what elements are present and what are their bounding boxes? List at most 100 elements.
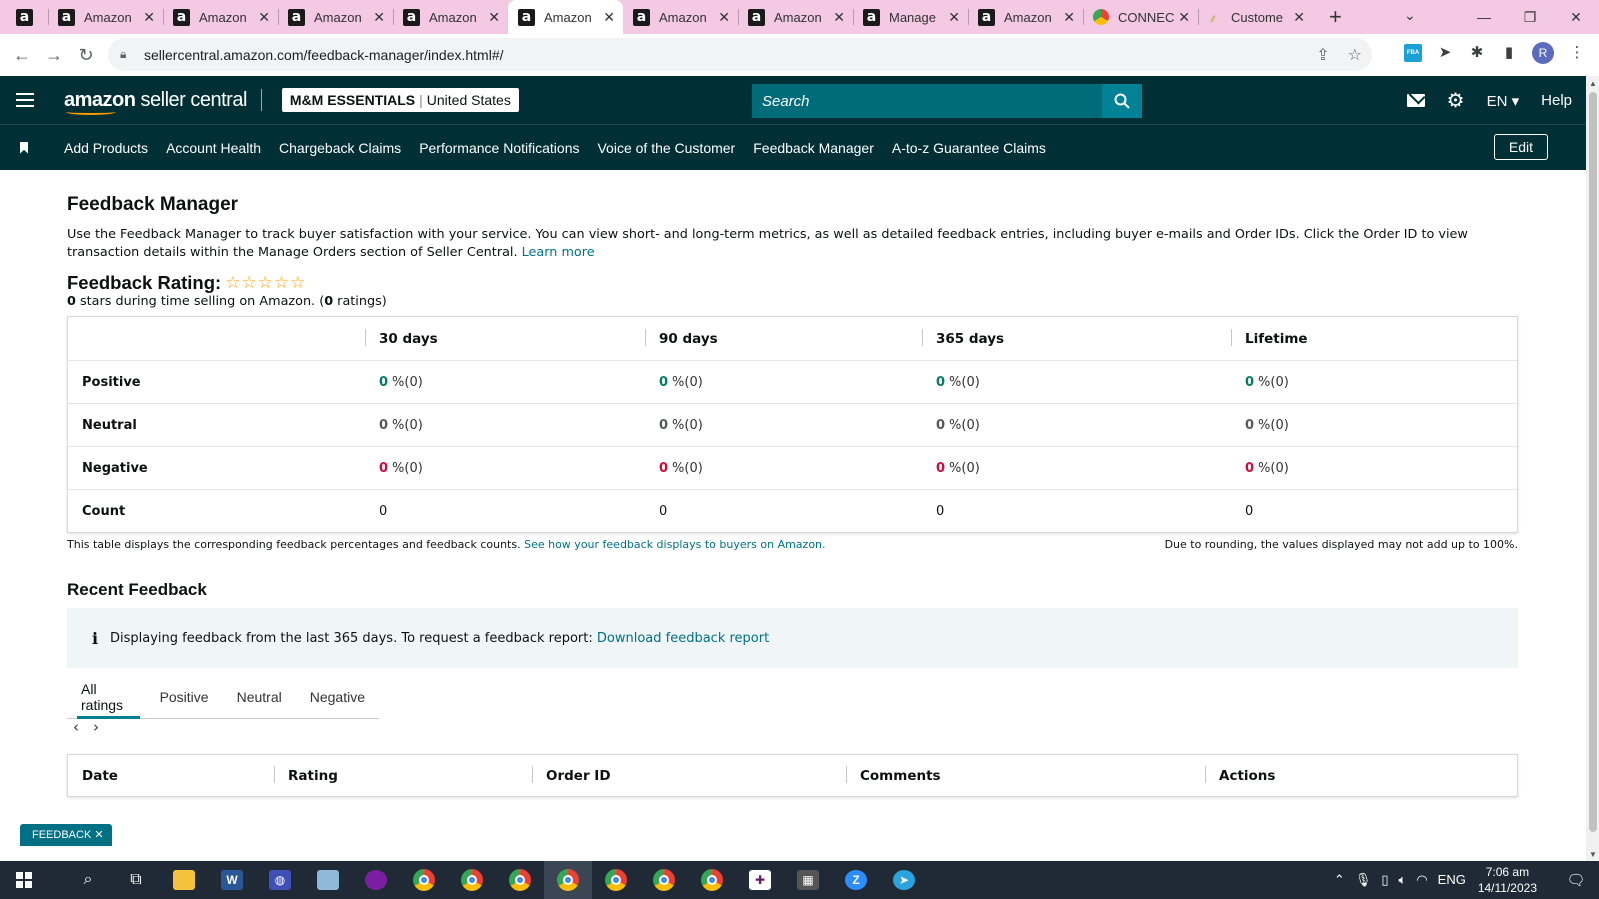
browser-tab[interactable]: a Amazon ✕ <box>278 0 393 34</box>
rating-tab[interactable]: All ratings <box>67 675 146 719</box>
tab-close-icon[interactable]: ✕ <box>718 9 730 26</box>
slack-icon[interactable]: ✚ <box>736 861 784 899</box>
prev-page-icon[interactable]: ‹ <box>73 718 79 736</box>
tab-close-icon[interactable]: ✕ <box>1178 9 1190 26</box>
word-icon[interactable]: W <box>208 861 256 899</box>
browser-tab[interactable]: a <box>0 0 48 34</box>
chrome-icon[interactable] <box>688 861 736 899</box>
volume-icon[interactable]: 🔈︎ <box>1399 872 1407 888</box>
search-button[interactable] <box>1102 84 1142 118</box>
tab-close-icon[interactable]: ✕ <box>373 9 385 26</box>
learn-more-link[interactable]: Learn more <box>522 245 595 260</box>
column-header[interactable]: Order ID <box>532 754 846 797</box>
column-header[interactable]: Date <box>68 754 274 797</box>
scroll-thumb[interactable] <box>1589 92 1597 832</box>
cursor-extension-icon[interactable]: ➤ <box>1436 44 1454 62</box>
reload-icon[interactable]: ↻ <box>70 45 102 66</box>
next-page-icon[interactable]: › <box>93 718 99 736</box>
kebab-menu-icon[interactable]: ⋮ <box>1568 44 1586 62</box>
forward-icon[interactable]: → <box>38 45 70 66</box>
tab-close-icon[interactable]: ✕ <box>833 9 845 26</box>
gear-icon[interactable]: ⚙ <box>1447 88 1465 113</box>
nav-item[interactable]: Add Products <box>64 140 148 156</box>
language-selector[interactable]: EN ▾ <box>1487 92 1520 110</box>
fba-extension-icon[interactable]: FBA <box>1404 44 1422 62</box>
nav-item[interactable]: Voice of the Customer <box>597 140 735 156</box>
browser-tab[interactable]: a Amazon ✕ <box>163 0 278 34</box>
nav-item[interactable]: Account Health <box>166 140 261 156</box>
windows-start-icon[interactable] <box>16 872 32 888</box>
close-window-icon[interactable]: ✕ <box>1553 9 1599 26</box>
nav-item[interactable]: Chargeback Claims <box>279 140 401 156</box>
tab-close-icon[interactable]: ✕ <box>1063 9 1075 26</box>
restore-icon[interactable]: ❐ <box>1507 9 1553 26</box>
search-input[interactable] <box>752 84 1102 118</box>
browser-tab[interactable]: ⸙ Custome ✕ <box>1198 0 1313 34</box>
tab-close-icon[interactable]: ✕ <box>258 9 270 26</box>
browser-tab[interactable]: a Amazon ✕ <box>738 0 853 34</box>
edit-nav-button[interactable]: Edit <box>1493 134 1548 160</box>
nav-item[interactable]: A-to-z Guarantee Claims <box>892 140 1046 156</box>
scroll-up-icon[interactable]: ▲ <box>1589 79 1597 88</box>
chrome-icon[interactable] <box>592 861 640 899</box>
seller-central-logo[interactable]: amazon seller central <box>64 89 247 115</box>
new-tab-icon[interactable]: + <box>1329 4 1349 30</box>
chrome-icon[interactable] <box>448 861 496 899</box>
feedback-display-link[interactable]: See how your feedback displays to buyers… <box>524 538 825 551</box>
minimize-icon[interactable]: — <box>1461 9 1507 25</box>
tab-search-icon[interactable]: ⌄ <box>1404 7 1416 24</box>
bookmark-icon[interactable] <box>20 141 28 154</box>
browser-tab[interactable]: a Amazon ✕ <box>48 0 163 34</box>
nav-item[interactable]: Feedback Manager <box>753 140 874 156</box>
calculator-icon[interactable]: ▦ <box>784 861 832 899</box>
zoom-icon[interactable]: Z <box>832 861 880 899</box>
chrome-icon[interactable] <box>496 861 544 899</box>
telegram-icon[interactable]: ➤ <box>880 861 928 899</box>
app-icon[interactable]: ◍ <box>256 861 304 899</box>
app-purple-icon[interactable] <box>352 861 400 899</box>
browser-tab[interactable]: a Amazon ✕ <box>623 0 738 34</box>
page-scrollbar[interactable]: ▲ ▼ <box>1586 76 1599 861</box>
sidepanel-icon[interactable]: ▮ <box>1500 44 1518 62</box>
chrome-icon[interactable] <box>400 861 448 899</box>
column-header[interactable]: Actions <box>1205 754 1505 797</box>
column-header[interactable]: Rating <box>274 754 532 797</box>
browser-tab[interactable]: CONNEC ✕ <box>1083 0 1198 34</box>
tab-close-icon[interactable]: ✕ <box>1293 9 1305 26</box>
tab-close-icon[interactable]: ✕ <box>143 9 155 26</box>
profile-avatar[interactable]: R <box>1532 42 1554 64</box>
download-report-link[interactable]: Download feedback report <box>597 631 769 646</box>
store-selector[interactable]: M&M ESSENTIALS | United States <box>281 88 519 112</box>
puzzle-icon[interactable]: ✱ <box>1468 44 1486 62</box>
notes-icon[interactable] <box>304 861 352 899</box>
file-explorer-icon[interactable] <box>160 861 208 899</box>
bookmark-star-icon[interactable]: ☆ <box>1348 45 1362 65</box>
back-icon[interactable]: ← <box>6 45 38 66</box>
rating-tab[interactable]: Neutral <box>223 675 296 718</box>
chrome-icon[interactable] <box>544 861 592 899</box>
chrome-icon[interactable] <box>640 861 688 899</box>
tab-close-icon[interactable]: ✕ <box>948 9 960 26</box>
hamburger-menu-icon[interactable] <box>16 93 34 107</box>
feedback-widget-tab[interactable]: FEEDBACK ✕ <box>20 824 112 846</box>
browser-tab[interactable]: a Manage ✕ <box>853 0 968 34</box>
notification-icon[interactable]: 🗨︎ <box>1553 871 1599 889</box>
language-indicator[interactable]: ENG <box>1438 872 1466 888</box>
rating-tab[interactable]: Positive <box>146 675 223 718</box>
url-field[interactable]: 🔒︎ sellercentral.amazon.com/feedback-man… <box>108 38 1372 71</box>
browser-tab[interactable]: a Amazon ✕ <box>968 0 1083 34</box>
tab-close-icon[interactable]: ✕ <box>603 9 615 26</box>
microphone-icon[interactable]: 🎙︎ <box>1355 872 1372 888</box>
task-view-icon[interactable]: ⧉ <box>112 861 160 899</box>
browser-tab[interactable]: a Amazon ✕ <box>508 0 623 34</box>
scroll-down-icon[interactable]: ▼ <box>1589 850 1597 859</box>
browser-tab[interactable]: a Amazon ✕ <box>393 0 508 34</box>
battery-icon[interactable]: ▯ <box>1381 872 1388 888</box>
clock[interactable]: 7:06 am 14/11/2023 <box>1478 864 1537 896</box>
taskbar-search-icon[interactable]: ⌕ <box>64 861 112 899</box>
tray-chevron-icon[interactable]: ⌃ <box>1334 872 1345 888</box>
share-icon[interactable]: ⇪ <box>1316 45 1329 65</box>
wifi-icon[interactable]: ◠ <box>1416 872 1427 888</box>
tab-close-icon[interactable]: ✕ <box>488 9 500 26</box>
mail-icon[interactable] <box>1406 94 1425 107</box>
